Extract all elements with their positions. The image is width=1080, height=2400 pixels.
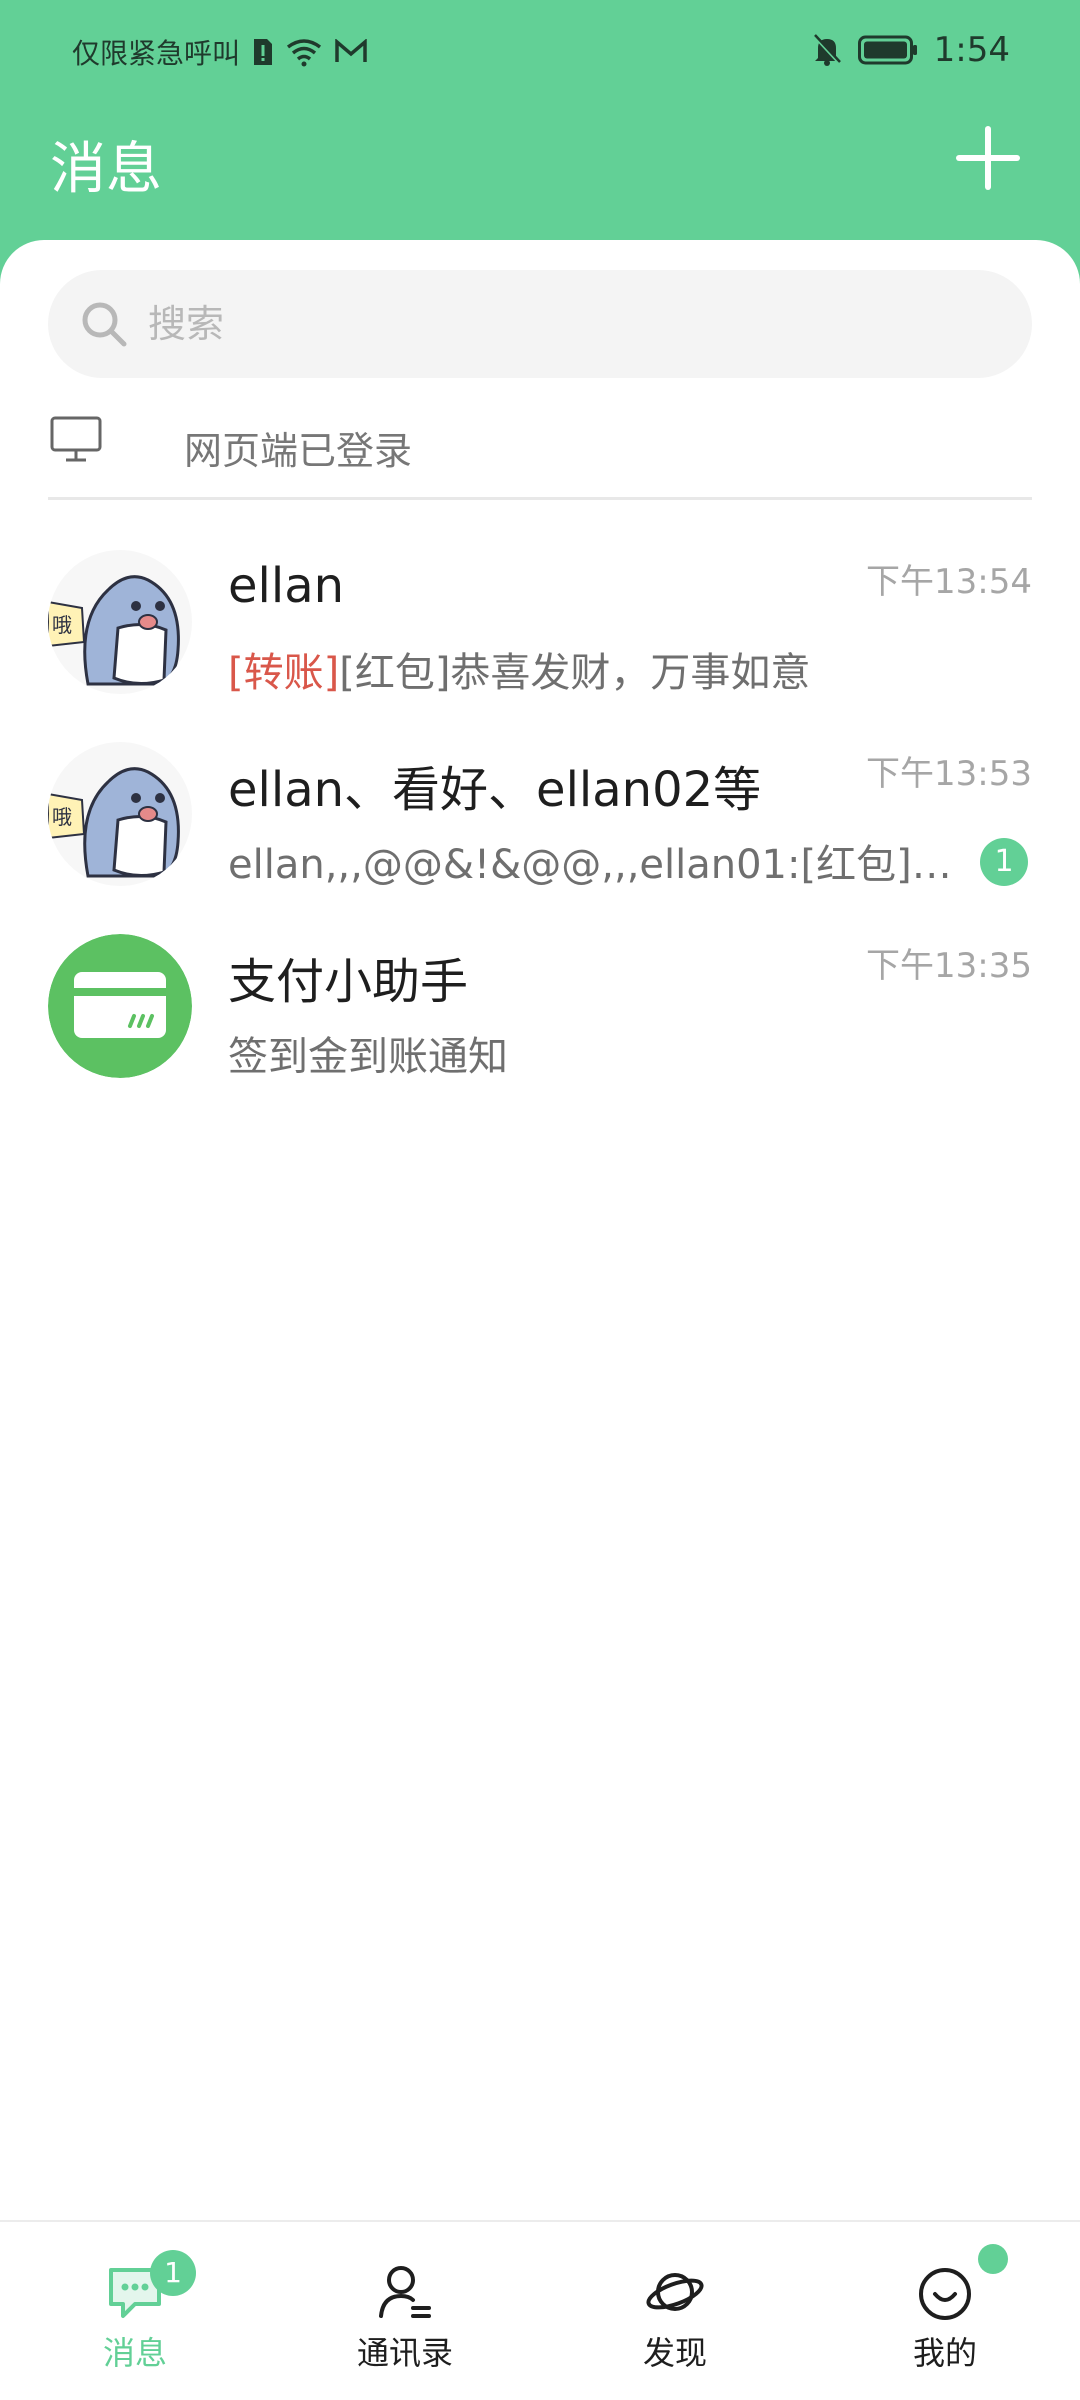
nav-tab-contacts[interactable]: 通讯录: [270, 2222, 540, 2400]
search-bar[interactable]: [48, 270, 1032, 378]
notification-dot: [978, 2244, 1008, 2274]
content-sheet: 网页端已登录 哦 ellan 下午13:54 [转账][红包]恭喜发财，万事如意: [0, 240, 1080, 2400]
mail-icon: [335, 39, 367, 62]
nav-tab-messages[interactable]: 1 消息: [0, 2222, 270, 2400]
nav-label: 通讯录: [356, 2334, 453, 2372]
conversation-time: 下午13:53: [866, 754, 1032, 794]
web-login-text: 网页端已登录: [184, 429, 413, 473]
conversation-time: 下午13:54: [866, 562, 1032, 602]
conversation-row[interactable]: 哦 ellan、看好、ellan02等 下午13:53 ellan,,,@@&!…: [0, 722, 1080, 914]
carrier-text: 仅限紧急呼叫: [72, 37, 241, 70]
avatar: 哦: [48, 742, 192, 886]
wifi-icon: [286, 39, 322, 67]
sim-alert-icon: [254, 39, 273, 65]
conversation-row[interactable]: 哦 ellan 下午13:54 [转账][红包]恭喜发财，万事如意: [0, 530, 1080, 722]
unread-badge: 1: [980, 838, 1028, 886]
search-icon: [82, 302, 127, 347]
nav-label: 发现: [642, 2334, 707, 2372]
nav-label: 我的: [912, 2334, 977, 2372]
shark-avatar-icon: 哦: [48, 550, 192, 694]
preview-text: [红包]恭喜发财，万事如意: [339, 650, 811, 696]
clock: 1:54: [933, 30, 1010, 70]
svg-text:哦: 哦: [52, 613, 72, 637]
status-right: 1:54: [812, 30, 1010, 70]
card-icon: [48, 934, 192, 1078]
planet-icon: [646, 2273, 704, 2311]
contacts-icon: [379, 2266, 431, 2318]
page-title: 消息: [50, 137, 162, 202]
conversation-name: ellan: [228, 558, 345, 614]
conversation-name: ellan、看好、ellan02等: [228, 762, 762, 818]
status-bar: 仅限紧急呼叫 1:54: [0, 0, 1080, 106]
nav-unread-badge: 1: [150, 2250, 196, 2296]
avatar: 哦: [48, 550, 192, 694]
nav-label: 消息: [102, 2334, 167, 2372]
conversation-time: 下午13:35: [866, 946, 1032, 986]
monitor-icon: [50, 416, 102, 462]
conversation-name: 支付小助手: [228, 954, 469, 1010]
shark-avatar-icon: 哦: [48, 742, 192, 886]
conversation-row[interactable]: 支付小助手 下午13:35 签到金到账通知: [0, 914, 1080, 1106]
nav-tab-profile[interactable]: 我的: [810, 2222, 1080, 2400]
status-left: 仅限紧急呼叫: [72, 32, 368, 72]
bottom-navigation: 1 消息 通讯录 发现 我的: [0, 2220, 1080, 2400]
nav-tab-discover[interactable]: 发现: [540, 2222, 810, 2400]
avatar: [48, 934, 192, 1078]
conversation-preview: [转账][红包]恭喜发财，万事如意: [228, 640, 988, 698]
battery-icon: [857, 35, 917, 65]
top-app-bar: 消息: [0, 106, 1080, 240]
conversation-preview: 签到金到账通知: [228, 1034, 508, 1080]
svg-text:哦: 哦: [52, 805, 72, 829]
web-login-banner[interactable]: 网页端已登录: [48, 390, 1032, 500]
smile-icon: [919, 2268, 971, 2320]
conversation-preview: ellan,,,@@&!&@@,,,ellan01:[红包]恭喜发财，万事如意: [228, 842, 968, 888]
transfer-tag: [转账]: [228, 650, 340, 696]
mute-bell-icon: [813, 34, 841, 66]
plus-icon[interactable]: [956, 126, 1020, 190]
search-input[interactable]: [148, 294, 1008, 354]
